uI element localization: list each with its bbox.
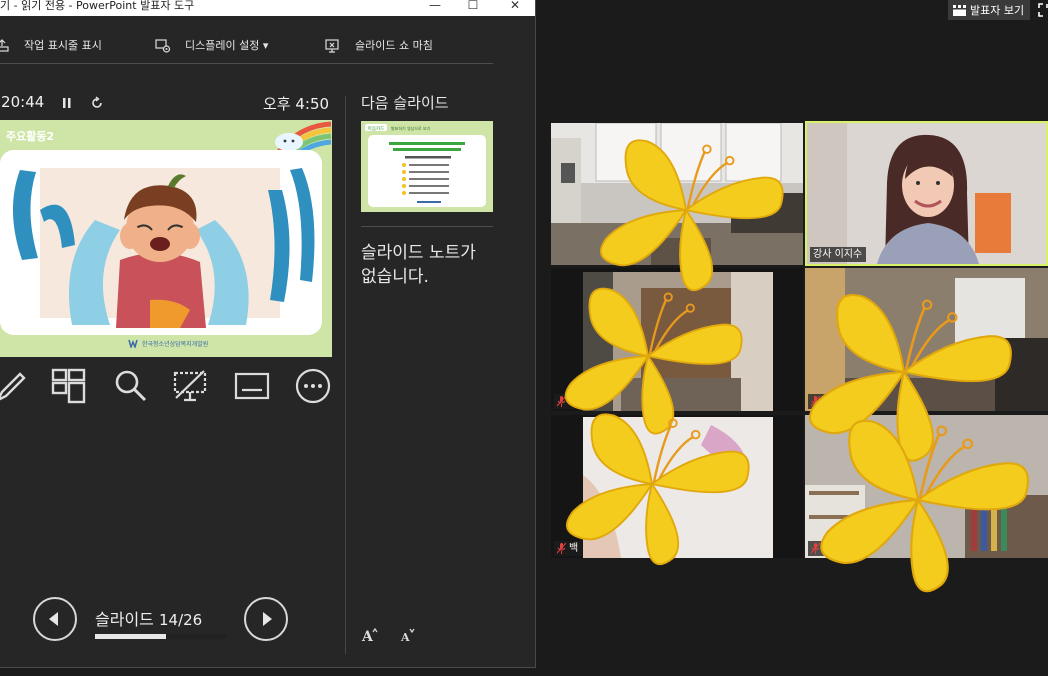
- participant-name: 백: [569, 543, 579, 554]
- slide-footer: 한국청소년상담복지개발원: [128, 339, 208, 348]
- participant-name-label: 강사 이지수: [810, 247, 867, 262]
- black-screen-icon[interactable]: [172, 368, 208, 404]
- svg-text:A: A: [361, 629, 374, 644]
- participant-video: [551, 268, 803, 411]
- slide-counter-value: 14/26: [158, 611, 203, 629]
- participant-video: [805, 415, 1048, 558]
- toolbar-divider: [0, 63, 493, 64]
- speaker-view-label: 발표자 보기: [970, 4, 1025, 17]
- see-all-slides-icon[interactable]: [51, 368, 87, 404]
- participant-name-label: 정: [554, 394, 583, 409]
- window-titlebar[interactable]: 기 - 읽기 전용 - PowerPoint 발표자 도구 — ☐ ✕: [0, 0, 535, 16]
- window-title: 기 - 읽기 전용 - PowerPoint 발표자 도구: [0, 0, 195, 12]
- slide-activity-tag: 주요활동2: [6, 130, 55, 143]
- participant-video: [551, 415, 803, 558]
- fullscreen-icon[interactable]: [1038, 3, 1048, 17]
- participant-video: [805, 268, 1048, 411]
- slide-counter-word: 슬라이드: [95, 610, 154, 629]
- participant-name: 강사 이지수: [813, 249, 863, 260]
- participant-video-tile[interactable]: [551, 123, 803, 265]
- speaker-view-icon: [953, 4, 966, 16]
- slide-counter[interactable]: 슬라이드 14/26: [95, 606, 202, 630]
- presenter-toolbar: 작업 표시줄 표시 디스플레이 설정 ▾ 슬라이드 쇼 마침: [0, 30, 500, 60]
- screen: 기 - 읽기 전용 - PowerPoint 발표자 도구 — ☐ ✕ 작업 표…: [0, 0, 1048, 676]
- next-slide-thumbnail: 마음카드 발표하기 영상으로 보기: [361, 121, 493, 212]
- mic-muted-icon: [811, 543, 820, 554]
- end-slide-show-button[interactable]: 슬라이드 쇼 마침: [325, 36, 433, 56]
- organization-logo-icon: [128, 339, 138, 348]
- participant-video-tile[interactable]: 김: [805, 415, 1048, 558]
- more-options-icon[interactable]: [295, 368, 331, 404]
- timer-row: :20:44 오후 4:50: [0, 91, 340, 115]
- display-settings-button[interactable]: 디스플레이 설정 ▾: [155, 36, 268, 56]
- powerpoint-presenter-window: 기 - 읽기 전용 - PowerPoint 발표자 도구 — ☐ ✕ 작업 표…: [0, 0, 536, 668]
- pane-divider[interactable]: [345, 96, 346, 654]
- end-show-icon: [325, 39, 339, 53]
- elapsed-timer: :20:44: [0, 93, 45, 111]
- close-button[interactable]: ✕: [498, 0, 532, 16]
- participant-video: [807, 123, 1046, 264]
- next-slide-tag: 마음카드: [368, 125, 385, 132]
- participant-name: 김: [823, 543, 833, 554]
- slide-progress-bar: [95, 634, 227, 639]
- mic-muted-icon: [811, 396, 820, 407]
- zoom-magnifier-icon[interactable]: [113, 368, 149, 404]
- display-gear-icon: [155, 39, 171, 53]
- slide-footer-text: 한국청소년상담복지개발원: [142, 341, 209, 348]
- notes-font-size-tools: A A: [361, 626, 441, 646]
- mic-muted-icon: [557, 543, 566, 554]
- arrow-left-icon: [49, 612, 58, 626]
- pause-icon[interactable]: [62, 97, 72, 109]
- slide-notes-empty-message: 슬라이드 노트가 없습니다.: [361, 243, 476, 287]
- next-slide-preview[interactable]: 마음카드 발표하기 영상으로 보기: [361, 121, 493, 212]
- participant-video-tile[interactable]: 정: [551, 268, 803, 411]
- decrease-font-icon[interactable]: A: [399, 626, 417, 644]
- slide-progress-fill: [95, 634, 167, 639]
- participant-video-tile[interactable]: 백: [551, 415, 803, 558]
- increase-font-icon[interactable]: A: [361, 626, 379, 644]
- participant-video-tile[interactable]: [805, 268, 1048, 411]
- participant-video: [551, 123, 803, 265]
- next-slide-button[interactable]: [244, 597, 288, 641]
- reset-timer-icon[interactable]: [90, 96, 104, 110]
- crying-character-illustration: [0, 150, 322, 335]
- svg-text:A: A: [400, 631, 410, 644]
- minimize-button[interactable]: —: [418, 0, 452, 16]
- slide-navigation: 슬라이드 14/26: [0, 597, 340, 645]
- show-taskbar-label: 작업 표시줄 표시: [24, 39, 102, 52]
- slide-tools-row: [0, 368, 340, 408]
- previous-slide-button[interactable]: [33, 597, 77, 641]
- notes-divider: [361, 226, 493, 227]
- next-slide-title: 발표하기 영상으로 보기: [391, 125, 431, 131]
- pen-tool-icon[interactable]: [0, 368, 30, 404]
- participant-name-label: 백: [554, 541, 583, 556]
- participant-name-label: 김: [808, 541, 837, 556]
- maximize-button[interactable]: ☐: [456, 0, 490, 16]
- subtitles-icon[interactable]: [234, 368, 270, 404]
- current-slide-preview[interactable]: 주요활동2 한국청소년상담복지개발원: [0, 120, 332, 357]
- participant-name: 정: [569, 396, 579, 407]
- active-speaker-video-tile[interactable]: 강사 이지수: [805, 121, 1048, 266]
- arrow-right-icon: [263, 612, 272, 626]
- next-slide-heading: 다음 슬라이드: [361, 94, 449, 112]
- show-taskbar-button[interactable]: 작업 표시줄 표시: [0, 36, 102, 56]
- display-settings-label: 디스플레이 설정 ▾: [185, 39, 269, 52]
- speaker-view-button[interactable]: 발표자 보기: [948, 0, 1030, 20]
- end-show-label: 슬라이드 쇼 마침: [355, 39, 433, 52]
- slide-illustration-card: [0, 150, 322, 335]
- participant-name-label: [808, 394, 827, 409]
- current-time: 오후 4:50: [263, 95, 330, 113]
- mic-muted-icon: [557, 396, 566, 407]
- taskbar-icon: [0, 39, 9, 52]
